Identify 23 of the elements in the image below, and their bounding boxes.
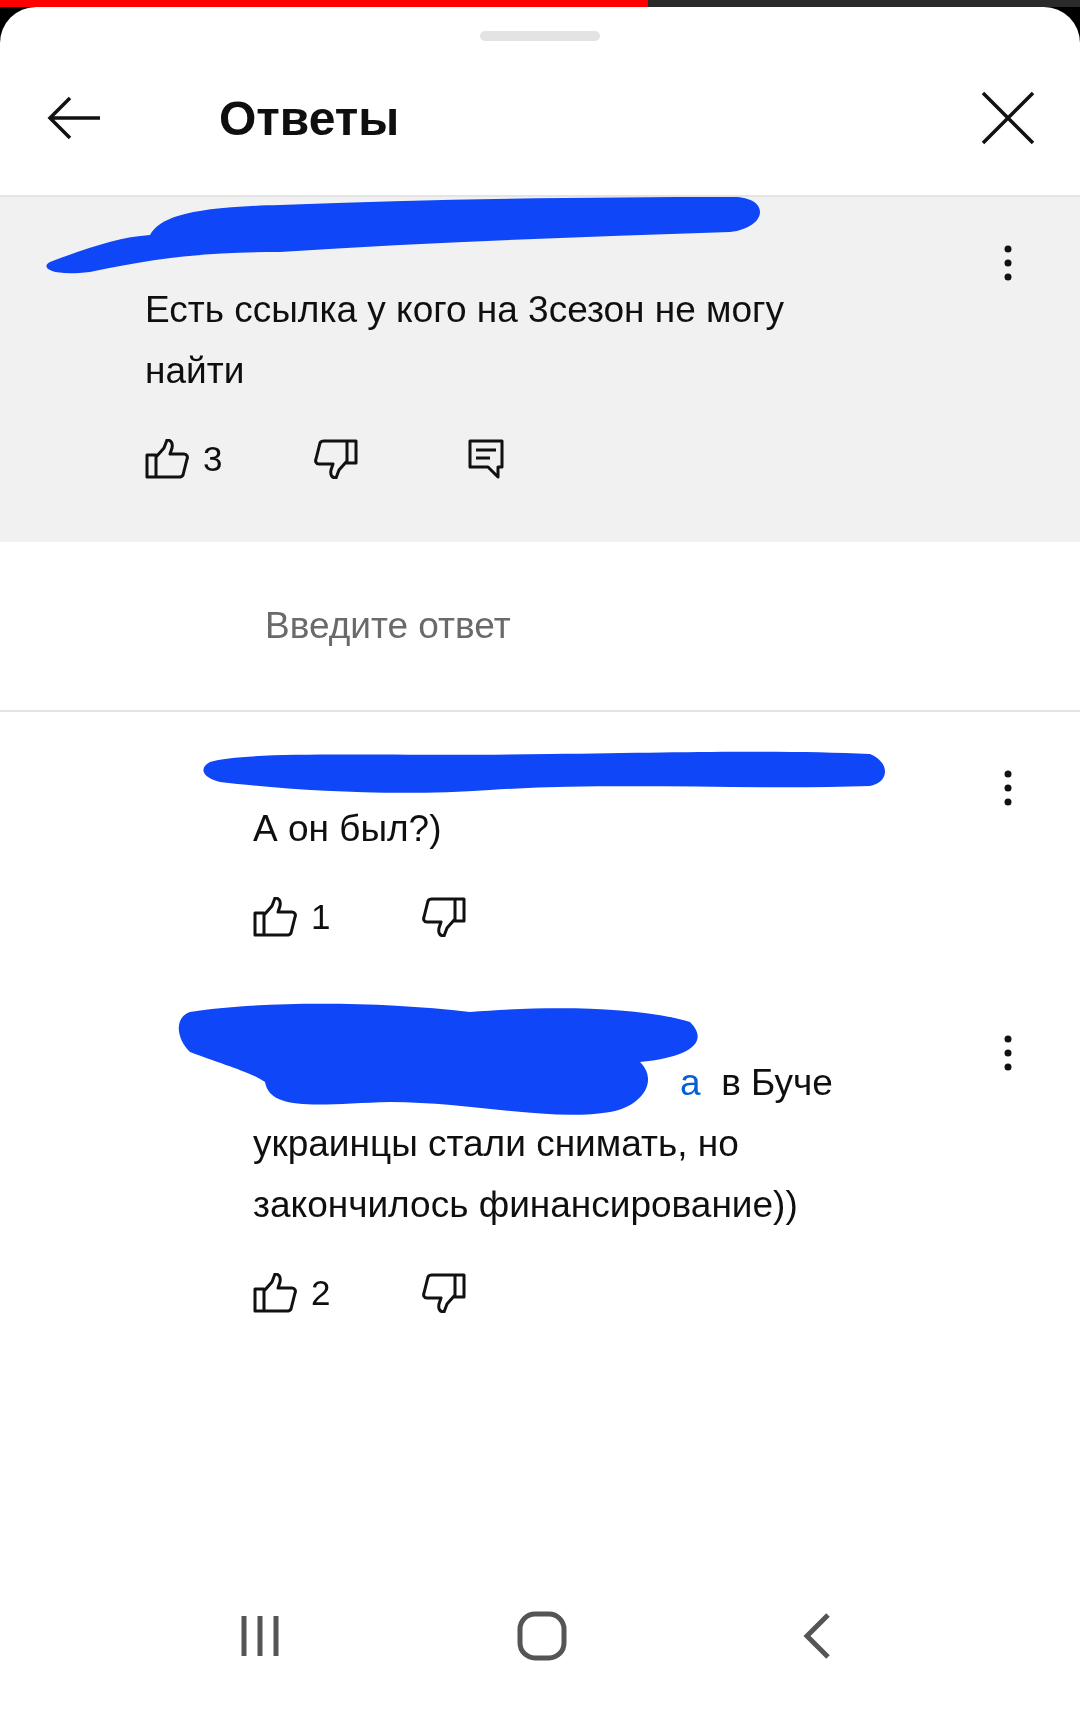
reply-input-field[interactable]: Введите ответ: [265, 605, 865, 647]
like-count: 2: [311, 1273, 332, 1313]
drag-handle[interactable]: [480, 31, 600, 41]
close-icon[interactable]: [981, 91, 1035, 145]
mention-link[interactable]: а: [680, 1062, 701, 1103]
more-icon[interactable]: [1004, 770, 1012, 806]
thumbs-down-icon[interactable]: [314, 439, 358, 479]
back-arrow-icon[interactable]: [46, 95, 102, 141]
home-icon[interactable]: [517, 1611, 567, 1661]
thumbs-up-icon[interactable]: [253, 897, 297, 937]
thumbs-down-icon[interactable]: [422, 897, 466, 937]
back-icon[interactable]: [802, 1612, 833, 1660]
thumbs-up-icon[interactable]: [253, 1273, 297, 1313]
comment-text: Есть ссылка у кого на 3сезон не могу найти: [145, 288, 786, 393]
reply-icon[interactable]: [468, 439, 504, 479]
more-icon[interactable]: [1004, 245, 1012, 281]
like-count: 1: [311, 897, 332, 937]
panel-title: Ответы: [219, 90, 401, 146]
reply-text: А он был?): [253, 807, 443, 851]
thumbs-down-icon[interactable]: [422, 1273, 466, 1313]
like-count: 3: [203, 439, 224, 479]
thumbs-up-icon[interactable]: [145, 439, 189, 479]
more-icon[interactable]: [1004, 1035, 1012, 1071]
